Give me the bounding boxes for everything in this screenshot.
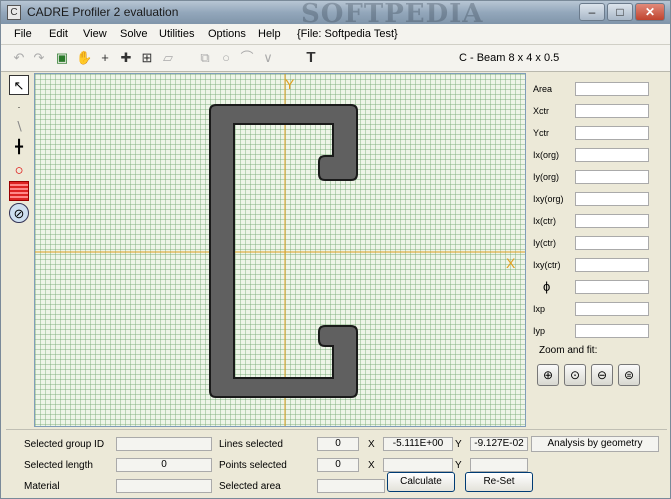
line-icon[interactable]: ∖ [9,117,29,137]
node-icon[interactable]: ╋ [9,137,29,157]
minimize-button[interactable]: – [579,3,605,21]
menu-utilities[interactable]: Utilities [159,28,194,40]
close-button[interactable]: ✕ [635,3,665,21]
x-axis-label: X [506,255,516,271]
crosshair-icon[interactable]: + [97,50,113,66]
pointer-icon[interactable]: ↖ [9,75,29,95]
prop-label-area: Area [533,84,553,94]
prop-label-yctr: Yctr [533,128,550,138]
selected-length-field: 0 [116,458,212,472]
text-icon[interactable]: T [303,50,319,66]
hole-icon[interactable]: ⊘ [9,203,29,223]
prop-value-iy-org [575,170,649,184]
y-coord-field: -9.127E-02 [470,437,528,451]
menu-view[interactable]: View [83,28,107,40]
points-selected-label: Points selected [219,460,287,471]
lines-selected-field: 0 [317,437,359,451]
prop-value-ix-org [575,148,649,162]
undo-icon[interactable]: ↶ [11,50,27,66]
prop-value-area [575,82,649,96]
snap-icon[interactable]: ✚ [118,50,134,66]
x-coord-field: -5.111E+00 [383,437,453,451]
maximize-button[interactable]: □ [607,3,633,21]
pan-hand-icon[interactable]: ✋ [76,50,92,66]
y-coord-label: Y [455,439,462,450]
y-axis-label: Y [285,76,295,92]
prop-label-ixp: Ixp [533,304,546,314]
toolbar: ↶ ↷ ▣ ✋ + ✚ ⊞ ▱ ⧉ ○ ⌒ ∨ T [1,45,670,72]
analysis-mode-field: Analysis by geometry [531,436,659,452]
x2-coord-field [383,458,453,472]
prop-label-ixy-ctr: Ixy(ctr) [533,260,561,270]
selected-group-id-label: Selected group ID [24,439,105,450]
zoom-label: Zoom and fit: [539,345,598,356]
prop-value-xctr [575,104,649,118]
prop-value-ixy-org [575,192,649,206]
zoom-in-icon[interactable]: ⊕ [537,364,559,386]
zoom-out-icon[interactable]: ⊖ [591,364,613,386]
y2-coord-field [470,458,528,472]
prop-value-iyp [575,324,649,338]
prop-label-ixy-org: Ixy(org) [533,194,564,204]
material-field [116,479,212,493]
left-toolbox: ↖ · ∖ ╋ ○ ⊘ [6,73,32,427]
prop-value-ixp [575,302,649,316]
circle-icon[interactable]: ○ [218,50,234,66]
polyline-icon[interactable]: ∨ [260,50,276,66]
prop-label-ix-org: Ix(org) [533,150,560,160]
prop-label-phi: ϕ [543,279,551,294]
properties-panel: Area Xctr Yctr Ix(org) Iy(org) Ixy(org) … [529,73,667,427]
selected-area-field [317,479,385,493]
reset-button[interactable]: Re-Set [465,472,533,492]
points-selected-field: 0 [317,458,359,472]
app-icon[interactable]: C [7,5,21,20]
grid-icon[interactable]: ⊞ [139,50,155,66]
prop-value-iy-ctr [575,236,649,250]
x-coord-label: X [368,439,375,450]
menu-file[interactable]: File [14,28,32,40]
window-title: CADRE Profiler 2 evaluation [27,5,179,19]
prop-label-iyp: Iyp [533,326,546,336]
point-icon[interactable]: · [9,97,29,117]
prop-label-xctr: Xctr [533,106,550,116]
material-label: Material [24,481,60,492]
drawing-canvas[interactable]: X Y [34,73,526,427]
menu-bar: File Edit View Solve Utilities Options H… [1,24,670,45]
hatch-fill-icon[interactable] [9,181,29,201]
title-bar[interactable]: C CADRE Profiler 2 evaluation SOFTPEDIA … [1,0,670,29]
x2-coord-label: X [368,460,375,471]
file-info: {File: Softpedia Test} [297,28,398,40]
selected-group-id-field [116,437,212,451]
circle-outline-icon[interactable]: ○ [9,161,29,181]
app-window: C CADRE Profiler 2 evaluation SOFTPEDIA … [0,0,671,499]
menu-help[interactable]: Help [258,28,281,40]
status-panel: Selected group ID Selected length 0 Mate… [6,429,667,495]
selected-length-label: Selected length [24,460,93,471]
arc-icon[interactable]: ⌒ [239,50,255,66]
prop-label-ix-ctr: Ix(ctr) [533,216,556,226]
prop-value-phi [575,280,649,294]
lines-selected-label: Lines selected [219,439,283,450]
copy-icon[interactable]: ⧉ [197,50,213,66]
selected-area-label: Selected area [219,481,281,492]
c-beam-profile[interactable] [209,104,358,398]
prop-value-ix-ctr [575,214,649,228]
calculate-button[interactable]: Calculate [387,472,455,492]
skew-icon[interactable]: ▱ [160,50,176,66]
shape-name: C - Beam 8 x 4 x 0.5 [459,52,560,64]
prop-label-iy-org: Iy(org) [533,172,560,182]
prop-value-yctr [575,126,649,140]
redo-icon[interactable]: ↷ [31,50,47,66]
prop-label-iy-ctr: Iy(ctr) [533,238,556,248]
y2-coord-label: Y [455,460,462,471]
menu-options[interactable]: Options [208,28,246,40]
prop-value-ixy-ctr [575,258,649,272]
menu-edit[interactable]: Edit [49,28,68,40]
image-icon[interactable]: ▣ [54,50,70,66]
zoom-fit-icon[interactable]: ⊜ [618,364,640,386]
menu-solve[interactable]: Solve [120,28,148,40]
zoom-window-icon[interactable]: ⊙ [564,364,586,386]
